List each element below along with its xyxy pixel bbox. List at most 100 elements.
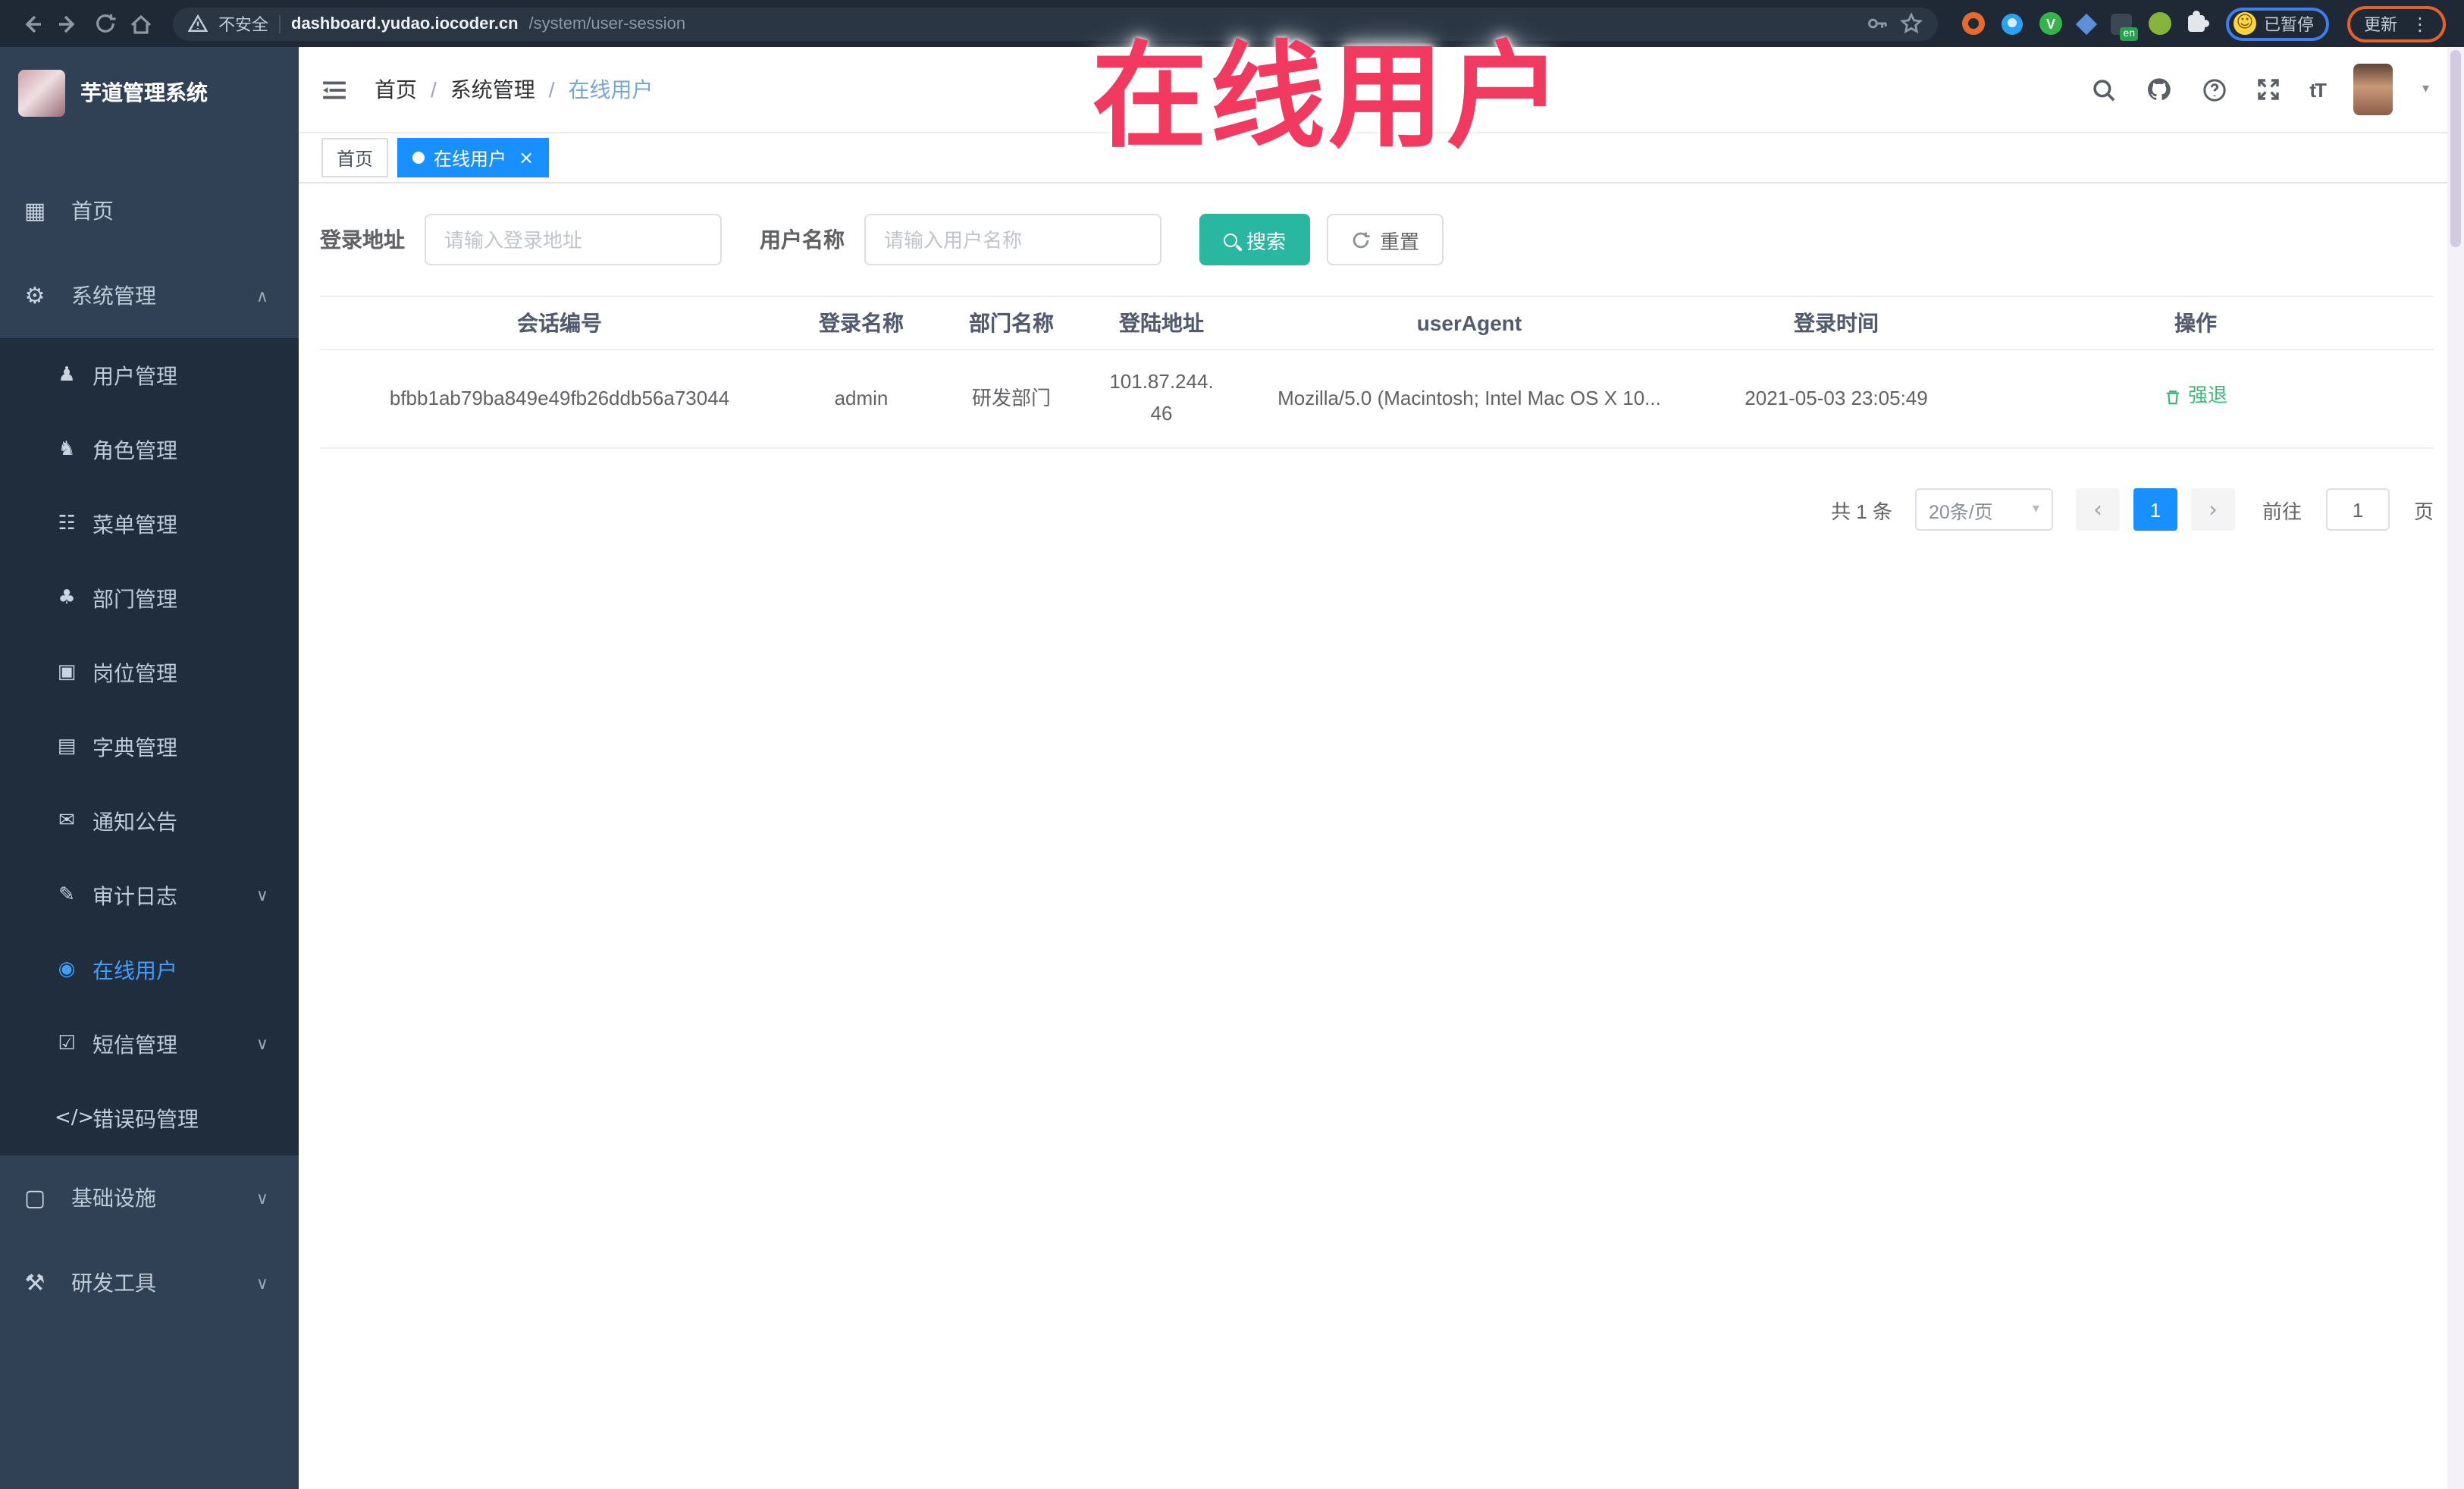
- arrow-left-icon: [25, 14, 41, 33]
- browser-back-button[interactable]: [15, 7, 49, 40]
- online-user-icon: ◉: [58, 958, 76, 981]
- home-icon: [130, 14, 152, 33]
- force-logout-button[interactable]: 强退: [2164, 381, 2227, 413]
- sidebar-item-dict-management[interactable]: ▤ 字典管理: [0, 710, 299, 784]
- chevron-down-icon: ∨: [255, 886, 268, 905]
- sessions-table: 会话编号 登录名称 部门名称 登陆地址 userAgent 登录时间 操作 bf…: [320, 296, 2434, 449]
- sidebar-item-sms-management[interactable]: ☑ 短信管理 ∨: [0, 1007, 299, 1081]
- warning-icon: [188, 14, 208, 32]
- breadcrumb-home[interactable]: 首页: [375, 74, 417, 105]
- tag-label: 在线用户: [434, 148, 507, 169]
- sidebar-item-label: 菜单管理: [92, 512, 177, 536]
- browser-reload-button[interactable]: [88, 7, 121, 40]
- sidebar-item-audit-log[interactable]: ✎ 审计日志 ∨: [0, 858, 299, 933]
- breadcrumb-system-management[interactable]: 系统管理: [450, 74, 535, 105]
- header-login-name: 登录名称: [799, 296, 923, 350]
- sidebar-logo[interactable]: 芋道管理系统: [0, 47, 299, 138]
- header-login-address: 登陆地址: [1099, 296, 1224, 350]
- scrollbar-thumb[interactable]: [2450, 50, 2461, 247]
- url-domain: dashboard.yudao.iocoder.cn: [291, 14, 519, 33]
- prev-page-button[interactable]: ‹: [2075, 488, 2120, 531]
- username-input[interactable]: [864, 214, 1161, 265]
- app-title: 芋道管理系统: [80, 80, 208, 105]
- reset-button[interactable]: 重置: [1327, 214, 1444, 265]
- cell-session-id: bfbb1ab79ba849e49fb26ddb56a73044: [320, 350, 799, 449]
- close-icon[interactable]: ×: [519, 147, 534, 168]
- login-address-label: 登录地址: [320, 227, 405, 252]
- cell-dept-name: 研发部门: [923, 350, 1099, 449]
- paused-extension-chip[interactable]: ☺ 已暂停: [2226, 7, 2329, 40]
- select-caret-icon: ▾: [2032, 502, 2039, 517]
- devtools-icon: ⚒: [24, 1269, 45, 1296]
- browser-update-chip[interactable]: 更新 ⋮: [2347, 5, 2446, 42]
- github-icon[interactable]: [2146, 76, 2173, 103]
- sidebar-toggle-button[interactable]: [321, 77, 347, 102]
- help-icon[interactable]: [2202, 77, 2227, 102]
- bookmark-star-icon[interactable]: [1900, 12, 1923, 35]
- sidebar-item-label: 研发工具: [71, 1271, 156, 1295]
- sidebar-item-home[interactable]: ▦ 首页: [0, 168, 299, 253]
- sidebar-item-post-management[interactable]: ▣ 岗位管理: [0, 635, 299, 710]
- sidebar-item-label: 审计日志: [92, 883, 177, 908]
- address-bar[interactable]: 不安全 dashboard.yudao.iocoder.cn /system/u…: [173, 7, 1938, 40]
- page-size-select[interactable]: 20条/页 ▾: [1914, 488, 2053, 531]
- goto-page-input[interactable]: [2325, 488, 2390, 531]
- sidebar-item-menu-management[interactable]: ☷ 菜单管理: [0, 487, 299, 561]
- audit-log-icon: ✎: [58, 884, 75, 907]
- page-number-1[interactable]: 1: [2133, 488, 2177, 531]
- extension-gem-icon[interactable]: [2075, 12, 2098, 35]
- extension-orange-icon[interactable]: [1962, 12, 1985, 35]
- browser-menu-icon[interactable]: ⋮: [2411, 14, 2429, 33]
- user-icon: ♟: [58, 364, 76, 387]
- browser-home-button[interactable]: [124, 7, 158, 40]
- search-button[interactable]: 搜索: [1199, 214, 1311, 265]
- chevron-up-icon: ∧: [255, 286, 268, 306]
- sidebar-item-label: 系统管理: [71, 284, 156, 308]
- window-scrollbar: [2447, 47, 2464, 1489]
- sidebar-item-label: 错误码管理: [92, 1106, 199, 1130]
- force-logout-label: 强退: [2187, 384, 2227, 407]
- gear-icon: ⚙: [24, 282, 45, 309]
- sidebar-item-infrastructure[interactable]: ▢ 基础设施 ∨: [0, 1155, 299, 1240]
- sidebar-item-user-management[interactable]: ♟ 用户管理: [0, 338, 299, 412]
- sidebar-item-notice[interactable]: ✉ 通知公告: [0, 784, 299, 858]
- trash-icon: [2166, 390, 2180, 404]
- main-panel: 首页 / 系统管理 / 在线用户 tT ▾ 首页 在线用户 × 登录地址 请输入…: [299, 47, 2464, 1489]
- sms-check-icon: ☑: [58, 1033, 76, 1055]
- sidebar-item-devtools[interactable]: ⚒ 研发工具 ∨: [0, 1240, 299, 1325]
- emoji-face-icon: ☺: [2234, 12, 2256, 35]
- app-window: 芋道管理系统 ▦ 首页 ⚙ 系统管理 ∧ ♟ 用户管理 ♞ 角色管理 ☷ 菜单管…: [0, 47, 2464, 1489]
- caret-down-icon[interactable]: ▾: [2422, 82, 2429, 97]
- login-address-input[interactable]: [425, 214, 722, 265]
- extension-key-icon[interactable]: [2149, 12, 2171, 35]
- tag-label: 首页: [337, 148, 374, 169]
- filter-form: 登录地址 用户名称 搜索 重置: [320, 214, 2434, 265]
- sidebar-item-label: 短信管理: [92, 1032, 177, 1056]
- sidebar-item-online-users[interactable]: ◉ 在线用户: [0, 933, 299, 1007]
- reset-button-label: 重置: [1380, 230, 1420, 252]
- sidebar-item-department-management[interactable]: ♣ 部门管理: [0, 561, 299, 635]
- tag-online-users[interactable]: 在线用户 ×: [397, 138, 550, 177]
- font-size-icon[interactable]: tT: [2309, 78, 2327, 101]
- tag-home[interactable]: 首页: [321, 138, 389, 177]
- sidebar-item-role-management[interactable]: ♞ 角色管理: [0, 412, 299, 487]
- user-avatar[interactable]: [2353, 64, 2393, 115]
- header-login-time: 登录时间: [1715, 296, 1958, 350]
- extension-pin-icon[interactable]: [2002, 13, 2023, 34]
- active-dot-icon: [412, 152, 425, 164]
- key-icon[interactable]: [1867, 12, 1889, 35]
- browser-forward-button[interactable]: [52, 7, 85, 40]
- extensions-puzzle-icon[interactable]: [2188, 11, 2209, 32]
- header-dept-name: 部门名称: [923, 296, 1099, 350]
- sidebar-item-label: 通知公告: [92, 809, 177, 833]
- username-label: 用户名称: [760, 227, 845, 252]
- fullscreen-icon[interactable]: [2256, 77, 2281, 102]
- sidebar-item-error-code-management[interactable]: </> 错误码管理: [0, 1081, 299, 1155]
- cell-actions: 强退: [1958, 350, 2434, 449]
- search-icon[interactable]: [2091, 77, 2117, 102]
- extension-translate-icon[interactable]: en: [2111, 13, 2138, 40]
- sidebar-item-label: 角色管理: [92, 437, 177, 462]
- extension-v-icon[interactable]: V: [2039, 12, 2062, 35]
- sidebar-item-system-management[interactable]: ⚙ 系统管理 ∧: [0, 253, 299, 338]
- next-page-button[interactable]: ›: [2190, 488, 2235, 531]
